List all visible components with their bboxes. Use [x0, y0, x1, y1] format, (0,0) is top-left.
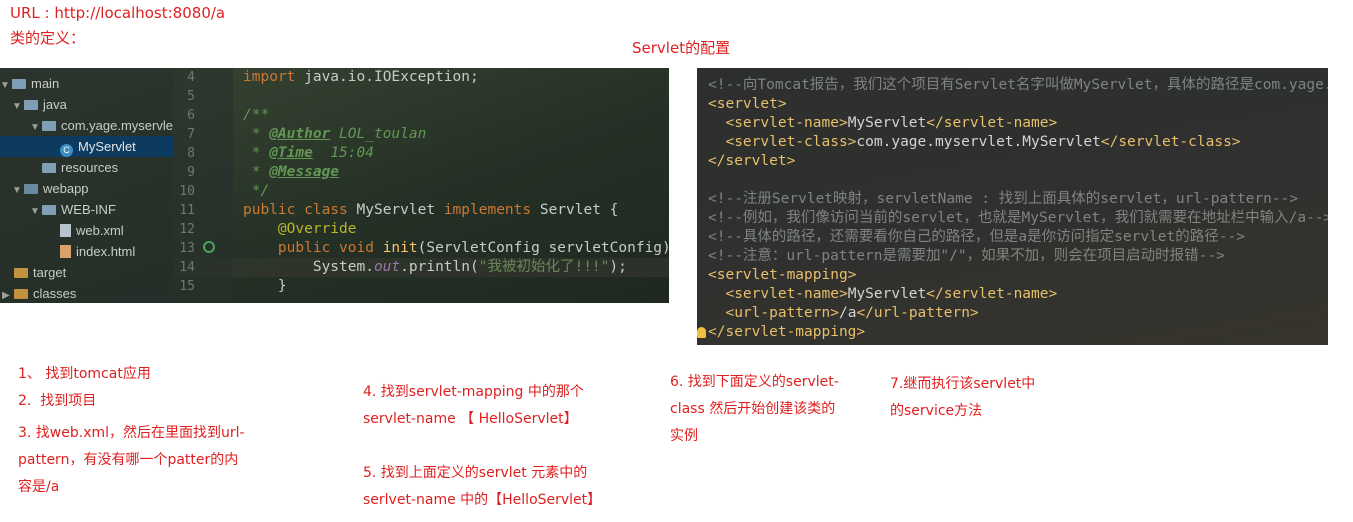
tree-item-web-inf[interactable]: ▼ WEB-INF	[0, 199, 173, 220]
xml-line[interactable]: <!--具体的路径，还需要看你自己的路径，但是a是你访问指定servlet的路径…	[708, 228, 1245, 247]
xml-line[interactable]: </servlet>	[708, 152, 795, 171]
code-line[interactable]: System.out.println("我被初始化了!!!");	[243, 258, 627, 277]
line-number: 7	[187, 127, 195, 142]
tree-item-label: java	[43, 97, 67, 112]
line-number: 13	[179, 241, 195, 256]
tree-item-target[interactable]: target	[0, 262, 173, 283]
tree-item-index-html[interactable]: index.html	[0, 241, 173, 262]
line-number: 15	[179, 279, 195, 294]
step-6-line-3: 实例	[670, 428, 698, 444]
folder-icon	[42, 205, 56, 215]
tree-item-webapp[interactable]: ▼ webapp	[0, 178, 173, 199]
xml-line[interactable]: <url-pattern>/a</url-pattern>	[708, 304, 978, 323]
code-line[interactable]: */	[243, 182, 269, 201]
tree-item-resources[interactable]: resources	[0, 157, 173, 178]
xml-line[interactable]: <servlet-class>com.yage.myservlet.MyServ…	[708, 133, 1240, 152]
tree-item-classes[interactable]: ▶ classes	[0, 283, 173, 303]
code-line[interactable]: * @Author LOL_toulan	[243, 125, 427, 144]
tree-item-myservlet[interactable]: C MyServlet	[0, 136, 173, 157]
tree-item-label: WEB-INF	[61, 202, 116, 217]
xml-line[interactable]: <servlet>	[708, 95, 787, 114]
package-icon	[42, 121, 56, 131]
expand-arrow-icon[interactable]: ▼	[30, 201, 42, 220]
project-tree: ▼ main ▼ java ▼ com.yage.myservlet C MyServlet r…	[0, 68, 173, 303]
override-marker-icon[interactable]	[203, 241, 215, 253]
line-number: 5	[187, 89, 195, 104]
step-4-line-2: servlet-name 【 HelloServlet】	[363, 411, 578, 427]
web-folder-icon	[24, 184, 38, 194]
tree-item-main[interactable]: ▼ main	[0, 73, 173, 94]
step-3-line-3: 容是/a	[18, 479, 60, 495]
code-line[interactable]: @Override	[243, 220, 357, 239]
xml-line[interactable]: </servlet-mapping>	[708, 323, 865, 342]
tree-item-java[interactable]: ▼ java	[0, 94, 173, 115]
tree-item-label: MyServlet	[78, 139, 136, 154]
servlet-config-note: Servlet的配置	[632, 39, 731, 57]
tree-item-label: com.yage.myservlet	[61, 118, 173, 133]
line-number: 11	[179, 203, 195, 218]
xml-line[interactable]: <!--注意：url-pattern是需要加"/"，如果不加，则会在项目启动时报…	[708, 247, 1225, 266]
html-file-icon	[60, 245, 71, 258]
line-number: 4	[187, 70, 195, 85]
line-number: 12	[179, 222, 195, 237]
tree-item-label: main	[31, 76, 60, 91]
xml-line[interactable]: <!--向Tomcat报告，我们这个项目有Servlet名字叫做MyServle…	[708, 76, 1328, 95]
line-number: 8	[187, 146, 195, 161]
tree-item-label: classes	[33, 286, 77, 301]
source-folder-icon	[24, 100, 38, 110]
code-line[interactable]: /**	[243, 106, 269, 125]
step-5-line-2: serlvet-name 中的【HelloServlet】	[363, 492, 602, 508]
xml-file-icon	[60, 224, 71, 237]
line-number: 9	[187, 165, 195, 180]
expand-arrow-icon[interactable]: ▼	[12, 96, 24, 115]
tree-item-web-xml[interactable]: web.xml	[0, 220, 173, 241]
code-line[interactable]: }	[243, 277, 287, 296]
step-3-line-1: 3. 找web.xml，然后在里面找到url-	[18, 425, 245, 441]
code-line[interactable]: public class MyServlet implements Servle…	[243, 201, 618, 220]
code-line[interactable]: * @Message	[243, 163, 339, 182]
line-number: 6	[187, 108, 195, 123]
xml-line[interactable]: <servlet-mapping>	[708, 266, 856, 285]
step-7-line-2: 的service方法	[890, 403, 983, 419]
line-number-gutter: 4 5 6 7 8 9 10 11 12 13 14 15	[173, 68, 233, 303]
step-5-line-1: 5. 找到上面定义的servlet 元素中的	[363, 465, 588, 481]
step-6-line-1: 6. 找到下面定义的servlet-	[670, 374, 839, 390]
code-line[interactable]: import java.io.IOException;	[243, 68, 479, 87]
url-note: URL : http://localhost:8080/a	[10, 4, 226, 22]
ide-screenshot: ▼ main ▼ java ▼ com.yage.myservlet C MyServlet r…	[0, 68, 669, 303]
orange-folder-icon	[14, 268, 28, 278]
xml-line[interactable]: <!--例如，我们像访问当前的servlet，也就是MyServlet，我们就需…	[708, 209, 1328, 228]
lightbulb-icon[interactable]	[697, 327, 706, 338]
step-2: 2. 找到项目	[18, 393, 97, 409]
step-7-line-1: 7.继而执行该servlet中	[890, 376, 1036, 392]
step-3-line-2: pattern，有没有哪一个patter的内	[18, 452, 239, 468]
code-line[interactable]: * @Time 15:04	[243, 144, 374, 163]
class-definition-note: 类的定义：	[10, 29, 86, 47]
expand-arrow-icon[interactable]: ▼	[12, 180, 24, 199]
collapse-arrow-icon[interactable]: ▶	[2, 285, 14, 303]
xml-line[interactable]: <servlet-name>MyServlet</servlet-name>	[708, 114, 1057, 133]
line-number: 10	[179, 184, 195, 199]
tree-item-label: index.html	[76, 244, 136, 259]
xml-line[interactable]: <!--注册Servlet映射，servletName : 找到上面具体的ser…	[708, 190, 1298, 209]
folder-icon	[12, 79, 26, 89]
tree-item-label: web.xml	[76, 223, 124, 238]
tree-item-label: resources	[61, 160, 119, 175]
class-icon: C	[60, 144, 73, 157]
step-4-line-1: 4. 找到servlet-mapping 中的那个	[363, 384, 584, 400]
resources-folder-icon	[42, 163, 56, 173]
expand-arrow-icon[interactable]: ▼	[30, 117, 42, 136]
expand-arrow-icon[interactable]: ▼	[0, 75, 12, 94]
tree-item-label: target	[33, 265, 67, 280]
orange-folder-icon	[14, 289, 28, 299]
tree-item-com-yage-myservlet[interactable]: ▼ com.yage.myservlet	[0, 115, 173, 136]
line-number: 14	[179, 260, 195, 275]
web-xml-editor[interactable]: <!--向Tomcat报告，我们这个项目有Servlet名字叫做MyServle…	[697, 68, 1328, 345]
tree-item-label: webapp	[43, 181, 89, 196]
step-6-line-2: class 然后开始创建该类的	[670, 401, 836, 417]
step-1: 1、 找到tomcat应用	[18, 366, 151, 382]
xml-line[interactable]: <servlet-name>MyServlet</servlet-name>	[708, 285, 1057, 304]
code-line[interactable]: public void init(ServletConfig servletCo…	[243, 239, 669, 258]
